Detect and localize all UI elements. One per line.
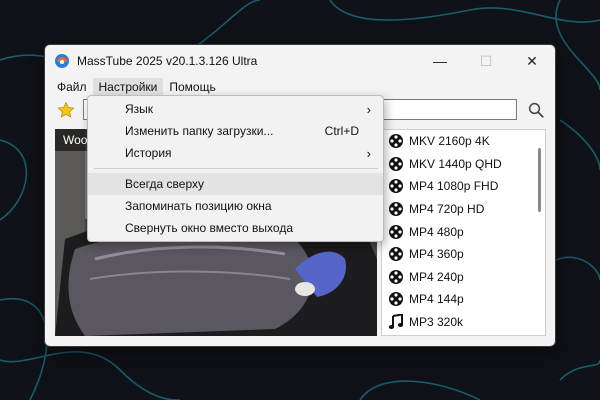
format-item[interactable]: MP4 360p [382,243,545,266]
search-button[interactable] [525,99,547,121]
menu-item-language[interactable]: Язык › [88,98,383,120]
format-item[interactable]: MP4 240p [382,266,545,289]
format-item[interactable]: MP4 144p [382,288,545,311]
menu-file[interactable]: Файл [51,78,93,96]
film-reel-icon [388,133,404,149]
format-item[interactable]: MKV 2160p 4K [382,130,545,153]
favorites-button[interactable] [55,99,77,121]
format-list-scrollbar[interactable] [538,148,541,212]
film-reel-icon [388,291,404,307]
close-button[interactable]: ✕ [509,45,555,77]
menu-item-always-on-top[interactable]: Всегда сверху [88,173,383,195]
format-item[interactable]: MKV 1440p QHD [382,153,545,176]
star-icon [57,101,75,118]
window-title: MassTube 2025 v20.1.3.126 Ultra [77,54,258,68]
format-item[interactable]: MP3 320k [382,311,545,334]
menu-separator [94,168,378,169]
chevron-right-icon: › [366,101,371,117]
chevron-right-icon: › [366,145,371,161]
music-note-icon [388,314,404,330]
menu-settings[interactable]: Настройки [92,78,164,96]
minimize-button[interactable]: — [417,45,463,77]
format-item[interactable]: MP4 480p [382,220,545,243]
title-bar: MassTube 2025 v20.1.3.126 Ultra — ☐ ✕ [45,45,555,77]
film-reel-icon [388,269,404,285]
maximize-button[interactable]: ☐ [463,45,509,77]
format-item[interactable]: MP4 720p HD [382,198,545,221]
menu-item-minimize-instead-of-exit[interactable]: Свернуть окно вместо выхода [88,217,383,239]
menu-bar: Файл Настройки Помощь [45,77,555,97]
shortcut-label: Ctrl+D [324,124,359,138]
search-icon [528,102,544,118]
menu-help[interactable]: Помощь [163,78,221,96]
settings-dropdown-menu: Язык › Изменить папку загрузки... Ctrl+D… [87,95,384,242]
film-reel-icon [388,156,404,172]
app-logo-icon [55,54,69,68]
film-reel-icon [388,246,404,262]
film-reel-icon [388,201,404,217]
menu-item-change-download-folder[interactable]: Изменить папку загрузки... Ctrl+D [88,120,383,142]
menu-item-remember-window-position[interactable]: Запоминать позицию окна [88,195,383,217]
film-reel-icon [388,224,404,240]
format-item[interactable]: MP4 1080p FHD [382,175,545,198]
format-list: MKV 2160p 4K MKV 1440p QHD MP4 1080p FHD… [381,129,546,336]
film-reel-icon [388,178,404,194]
menu-item-history[interactable]: История › [88,142,383,164]
